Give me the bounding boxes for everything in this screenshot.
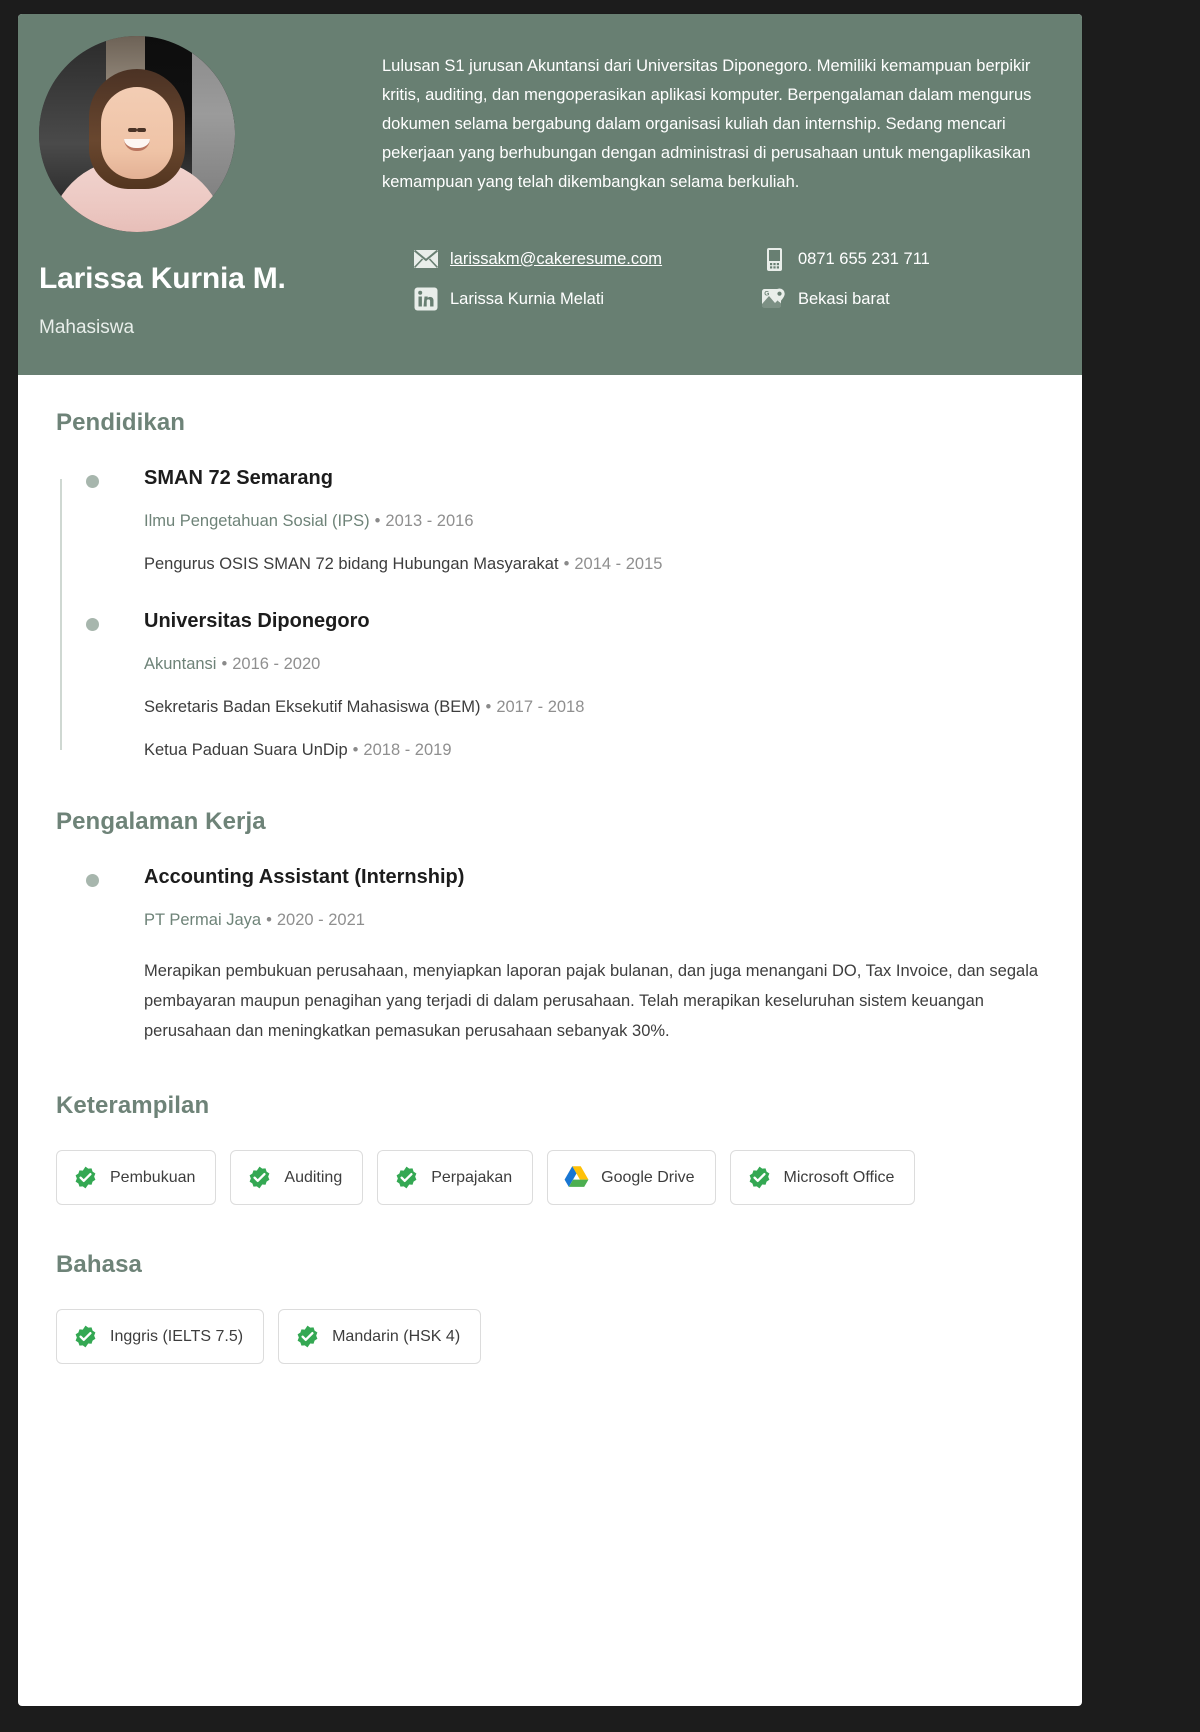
phone-value: 0871 655 231 711	[798, 249, 930, 268]
skill-label: Microsoft Office	[783, 1168, 895, 1186]
linkedin-icon	[413, 286, 439, 312]
skill-label: Pembukuan	[110, 1168, 196, 1186]
skill-badge[interactable]: Google Drive	[547, 1150, 716, 1205]
major: Akuntansi	[144, 655, 217, 673]
bullet-separator: •	[221, 655, 228, 673]
major-dates: 2013 - 2016	[385, 512, 474, 530]
skill-badge[interactable]: Pembukuan	[56, 1150, 217, 1205]
education-title: Pendidikan	[56, 409, 186, 436]
envelope-icon	[413, 246, 439, 272]
avatar-image	[39, 36, 235, 232]
activity-dates: 2017 - 2018	[496, 698, 585, 716]
resume-body: Pendidikan SMAN 72 Semarang Ilmu Pengeta…	[18, 375, 1082, 1410]
bullet-separator: •	[563, 555, 570, 573]
bullet-separator: •	[485, 698, 492, 716]
candidate-role: Mahasiswa	[39, 317, 135, 338]
skill-label: Google Drive	[601, 1168, 695, 1186]
skill-badge[interactable]: Auditing	[230, 1150, 364, 1205]
education-major-line: Ilmu Pengetahuan Sosial (IPS) • 2013 - 201…	[144, 509, 1044, 533]
education-timeline: SMAN 72 Semarang Ilmu Pengetahuan Sosial…	[56, 467, 1044, 762]
education-entry: Universitas Diponegoro Akuntansi • 2016 - …	[86, 610, 1044, 762]
education-activity-line: Ketua Paduan Suara UnDip • 2018 - 2019	[144, 738, 1044, 762]
job-meta-line: PT Permai Jaya • 2020 - 2021	[144, 908, 1044, 932]
experience-timeline: Accounting Assistant (Internship) PT Per…	[56, 866, 1044, 1046]
experience-title: Pengalaman Kerja	[56, 808, 266, 835]
company-name: PT Permai Jaya	[144, 911, 262, 929]
verified-check-icon	[247, 1165, 272, 1190]
skill-label: Auditing	[284, 1168, 343, 1186]
education-activity-line: Sekretaris Badan Eksekutif Mahasiswa (BE…	[144, 695, 1044, 719]
activity: Ketua Paduan Suara UnDip	[144, 741, 348, 759]
verified-check-icon	[73, 1324, 98, 1349]
bullet-separator: •	[266, 911, 272, 929]
skill-label: Perpajakan	[431, 1168, 513, 1186]
skills-badge-list: Pembukuan Auditing Perpajakan Google Dri…	[56, 1150, 1044, 1205]
major: Ilmu Pengetahuan Sosial (IPS)	[144, 512, 370, 530]
timeline-dot	[86, 618, 99, 631]
section-languages: Bahasa Inggris (IELTS 7.5) Mandarin (HSK…	[56, 1251, 1044, 1364]
contact-location[interactable]: G Bekasi barat	[761, 286, 1061, 312]
contact-phone[interactable]: 0871 655 231 711	[761, 246, 1061, 272]
timeline-dot	[86, 475, 99, 488]
school-name: Universitas Diponegoro	[144, 610, 370, 632]
activity: Sekretaris Badan Eksekutif Mahasiswa (BE…	[144, 698, 481, 716]
verified-check-icon	[747, 1165, 772, 1190]
language-badge[interactable]: Inggris (IELTS 7.5)	[56, 1309, 265, 1364]
contact-row-2: Larissa Kurnia Melati G Bekasi barat	[413, 286, 1063, 312]
verified-check-icon	[295, 1324, 320, 1349]
job-description: Merapikan pembukuan perusahaan, menyiapk…	[144, 962, 1039, 1040]
candidate-name: Larissa Kurnia M.	[39, 262, 286, 295]
mobile-phone-icon	[761, 246, 787, 272]
timeline-line	[60, 479, 62, 750]
contact-email[interactable]: larissakm@cakeresume.com	[413, 246, 761, 272]
activity-dates: 2014 - 2015	[574, 555, 663, 573]
svg-text:G: G	[764, 290, 769, 297]
language-badge[interactable]: Mandarin (HSK 4)	[278, 1309, 482, 1364]
location-value: Bekasi barat	[798, 289, 890, 308]
timeline-dot	[86, 874, 99, 887]
linkedin-value: Larissa Kurnia Melati	[450, 289, 605, 308]
activity-dates: 2018 - 2019	[363, 741, 452, 759]
resume-page: Larissa Kurnia M. Mahasiswa Lulusan S1 j…	[18, 14, 1082, 1706]
skill-badge[interactable]: Perpajakan	[377, 1150, 534, 1205]
contact-info: larissakm@cakeresume.com 0871 655 231 71…	[413, 246, 1063, 326]
section-education: Pendidikan SMAN 72 Semarang Ilmu Pengeta…	[56, 409, 1044, 762]
languages-title: Bahasa	[56, 1251, 142, 1278]
verified-check-icon	[73, 1165, 98, 1190]
verified-check-icon	[394, 1165, 419, 1190]
language-label: Mandarin (HSK 4)	[332, 1327, 461, 1345]
job-dates: 2020 - 2021	[276, 911, 365, 929]
profile-summary: Lulusan S1 jurusan Akuntansi dari Univer…	[382, 57, 1032, 191]
skill-badge[interactable]: Microsoft Office	[729, 1150, 916, 1205]
section-experience: Pengalaman Kerja Accounting Assistant (I…	[56, 808, 1044, 1046]
languages-badge-list: Inggris (IELTS 7.5) Mandarin (HSK 4)	[56, 1309, 1044, 1364]
resume-header: Larissa Kurnia M. Mahasiswa Lulusan S1 j…	[18, 14, 1082, 375]
contact-linkedin[interactable]: Larissa Kurnia Melati	[413, 286, 761, 312]
experience-entry: Accounting Assistant (Internship) PT Per…	[86, 866, 1044, 1046]
section-skills: Keterampilan Pembukuan Auditing Perpajak…	[56, 1092, 1044, 1205]
email-value: larissakm@cakeresume.com	[450, 249, 663, 268]
education-activity-line: Pengurus OSIS SMAN 72 bidang Hubungan Ma…	[144, 552, 1044, 576]
job-position: Accounting Assistant (Internship)	[144, 866, 465, 888]
bullet-separator: •	[352, 741, 359, 759]
bullet-separator: •	[374, 512, 381, 530]
avatar	[39, 36, 235, 232]
school-name: SMAN 72 Semarang	[144, 467, 333, 489]
major-dates: 2016 - 2020	[232, 655, 321, 673]
google-maps-pin-icon: G	[761, 286, 787, 312]
education-major-line: Akuntansi • 2016 - 2020	[144, 652, 1044, 676]
activity: Pengurus OSIS SMAN 72 bidang Hubungan Ma…	[144, 555, 559, 573]
skills-title: Keterampilan	[56, 1092, 210, 1119]
education-entry: SMAN 72 Semarang Ilmu Pengetahuan Sosial…	[86, 467, 1044, 576]
language-label: Inggris (IELTS 7.5)	[110, 1327, 244, 1345]
google-drive-icon	[564, 1165, 589, 1190]
contact-row-1: larissakm@cakeresume.com 0871 655 231 71…	[413, 246, 1063, 272]
